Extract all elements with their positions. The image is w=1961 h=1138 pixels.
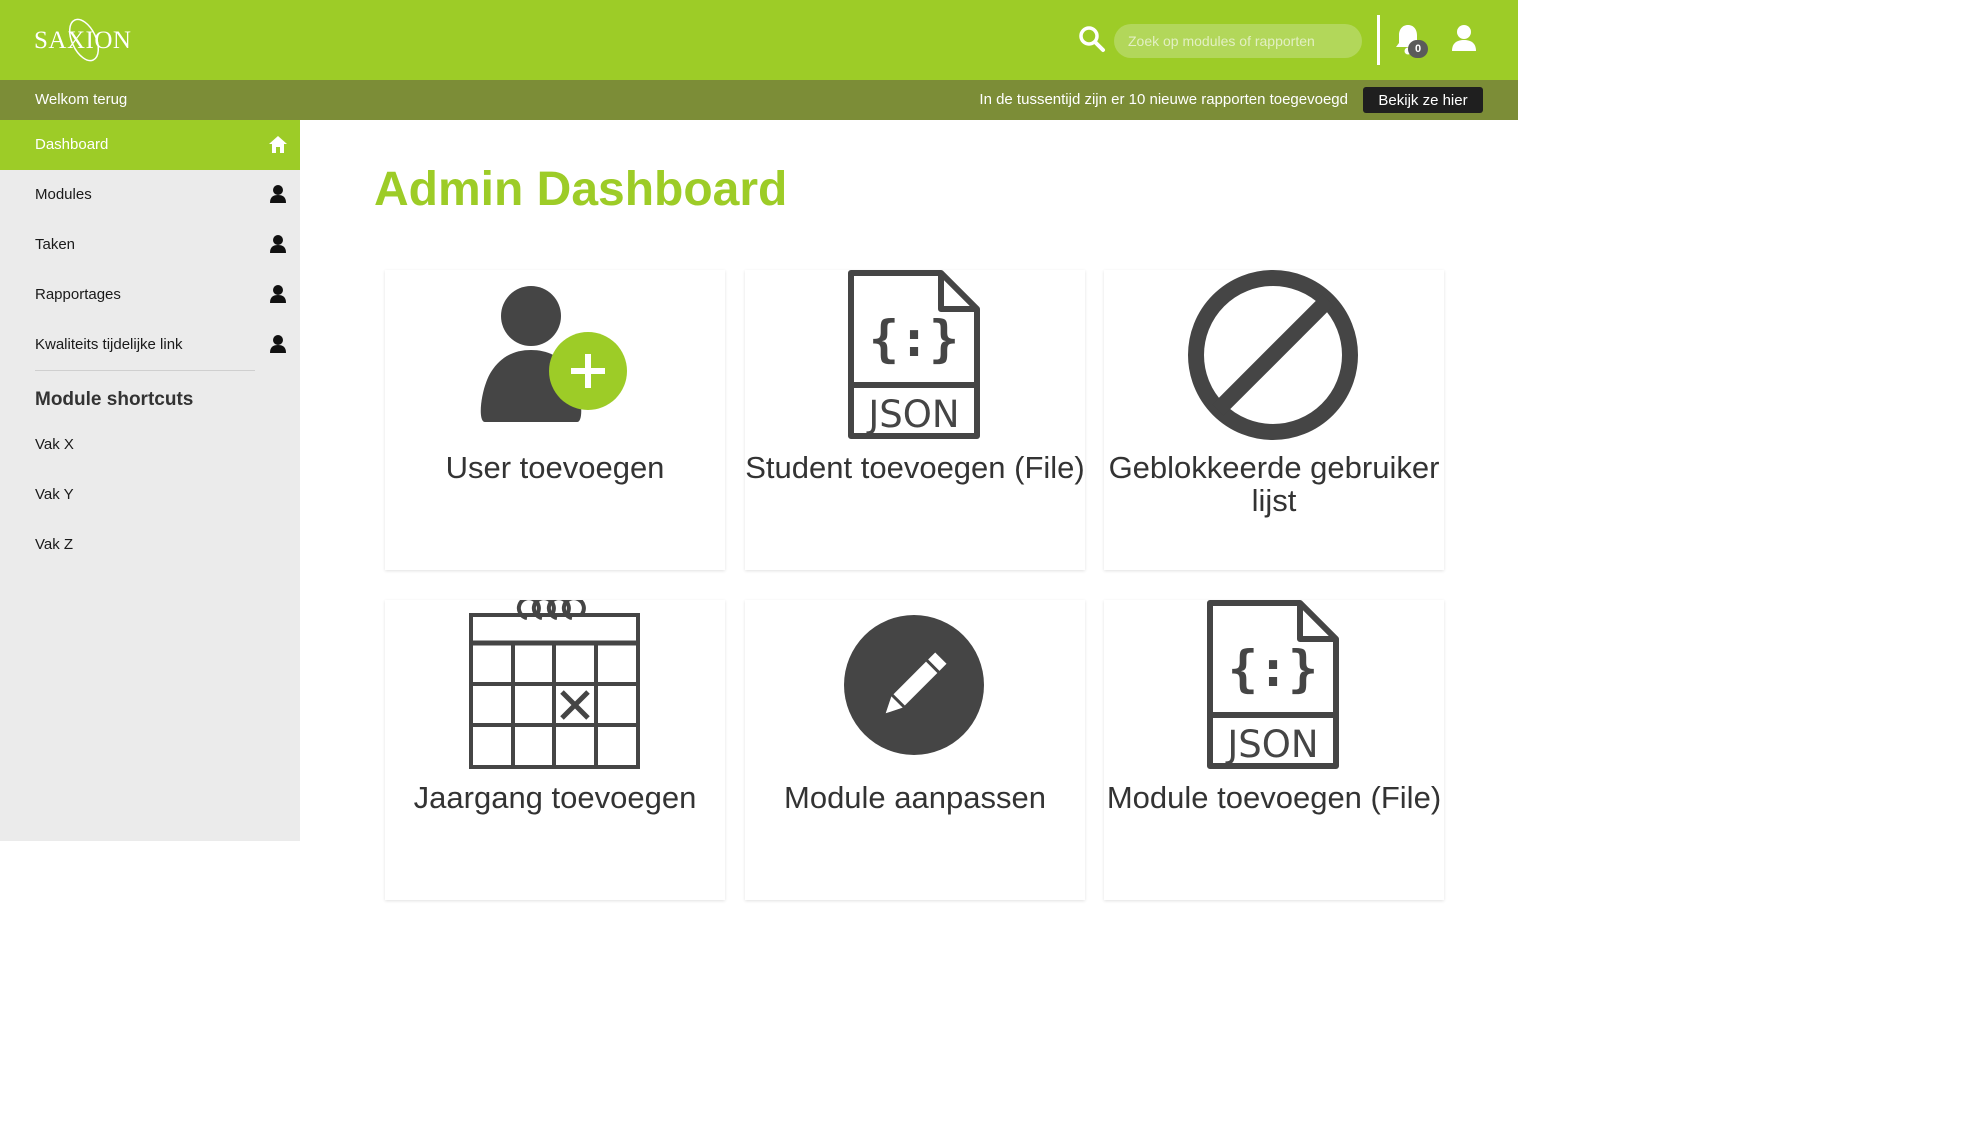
json-file-icon: {:} JSON — [848, 270, 980, 439]
user-icon — [270, 335, 286, 353]
top-bar: SAXION 0 — [0, 0, 1518, 80]
sidebar-item-rapportages[interactable]: Rapportages — [0, 270, 300, 320]
saxion-logo[interactable]: SAXION — [34, 14, 138, 66]
sidebar-item-taken[interactable]: Taken — [0, 220, 300, 270]
json-label: JSON — [866, 393, 959, 436]
sidebar-item-label: Kwaliteits tijdelijke link — [35, 336, 183, 353]
page-title: Admin Dashboard — [374, 163, 788, 216]
welcome-bar: Welkom terug In de tussentijd zijn er 10… — [0, 80, 1518, 120]
svg-text:{:}: {:} — [869, 310, 959, 368]
sidebar-item-label: Dashboard — [35, 136, 109, 153]
user-icon — [270, 285, 286, 303]
sidebar-item-label: Rapportages — [35, 286, 121, 303]
shortcut-vak-y[interactable]: Vak Y — [35, 486, 74, 503]
shortcut-vak-z[interactable]: Vak Z — [35, 536, 73, 553]
json-file-icon: {:} JSON — [1207, 600, 1339, 769]
logo-text: SAXION — [34, 27, 131, 54]
search-input[interactable] — [1114, 24, 1362, 58]
card-jaargang-toevoegen[interactable]: Jaargang toevoegen — [385, 600, 725, 900]
home-icon — [269, 136, 287, 153]
card-student-toevoegen-file[interactable]: {:} JSON Student toevoegen (File) — [745, 270, 1085, 570]
header-divider — [1377, 15, 1380, 65]
card-label: User toevoegen — [445, 450, 665, 485]
card-label: Jaargang toevoegen — [413, 780, 697, 815]
blocked-icon — [1188, 270, 1358, 440]
notification-count-badge: 0 — [1408, 40, 1428, 58]
card-module-aanpassen[interactable]: Module aanpassen — [745, 600, 1085, 900]
sidebar-divider — [35, 370, 255, 371]
card-label: Module aanpassen — [784, 780, 1046, 815]
svg-text:{:}: {:} — [1228, 640, 1318, 698]
welcome-text: Welkom terug — [35, 91, 128, 108]
shortcut-vak-x[interactable]: Vak X — [35, 436, 74, 453]
card-module-toevoegen-file[interactable]: {:} JSON Module toevoegen (File) — [1104, 600, 1444, 900]
sidebar-item-label: Taken — [35, 236, 76, 253]
edit-icon — [844, 615, 984, 755]
user-icon — [270, 185, 286, 203]
user-account-icon[interactable] — [1452, 24, 1476, 52]
user-icon — [270, 235, 286, 253]
view-reports-button[interactable]: Bekijk ze hier — [1363, 87, 1483, 113]
sidebar: Dashboard Modules Taken Rapportages Kwal… — [0, 120, 300, 841]
card-geblokkeerde-gebruiker-lijst[interactable]: Geblokkeerde gebruiker lijst — [1104, 270, 1444, 570]
calendar-icon — [469, 600, 640, 769]
card-label: Geblokkeerde gebruiker lijst — [1108, 450, 1440, 518]
sidebar-item-dashboard[interactable]: Dashboard — [0, 120, 300, 170]
json-label: JSON — [1225, 723, 1318, 766]
search-icon[interactable] — [1078, 25, 1106, 53]
sidebar-item-label: Modules — [35, 186, 92, 203]
add-user-icon — [480, 286, 627, 422]
card-label: Module toevoegen (File) — [1106, 780, 1442, 815]
module-shortcuts-heading: Module shortcuts — [35, 389, 194, 410]
sidebar-item-modules[interactable]: Modules — [0, 170, 300, 220]
card-label: Student toevoegen (File) — [745, 450, 1085, 485]
new-reports-notice: In de tussentijd zijn er 10 nieuwe rappo… — [979, 91, 1348, 108]
sidebar-item-kwaliteits-link[interactable]: Kwaliteits tijdelijke link — [0, 320, 300, 370]
card-user-toevoegen[interactable]: User toevoegen — [385, 270, 725, 570]
